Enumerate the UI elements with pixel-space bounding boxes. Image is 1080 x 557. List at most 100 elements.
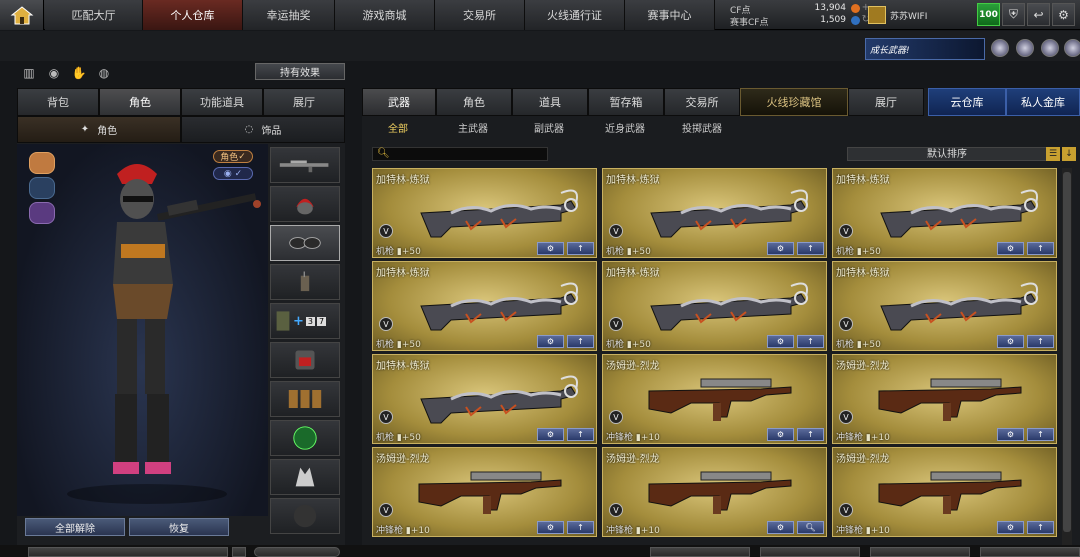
badge-icon-1[interactable] bbox=[991, 39, 1009, 57]
tab-cloud-storage[interactable]: 云仓库 bbox=[928, 88, 1006, 116]
weapon-card[interactable]: 加特林-炼狱 V 机枪 ▮+50 ⚙ ↑ bbox=[602, 261, 827, 351]
tab-game-shop[interactable]: 游戏商城 bbox=[335, 0, 435, 30]
egg-icon[interactable]: ◍ bbox=[95, 64, 113, 82]
customize-button[interactable]: ⚙ bbox=[767, 242, 794, 255]
filter-secondary[interactable]: 副武器 bbox=[534, 120, 564, 138]
tab-personal-storage[interactable]: 个人仓库 bbox=[143, 0, 243, 30]
restore-button[interactable]: 恢复 bbox=[129, 518, 229, 536]
upgrade-button[interactable]: ↑ bbox=[1027, 428, 1054, 441]
tab-collection[interactable]: 火线珍藏馆 bbox=[740, 88, 848, 116]
filter-melee[interactable]: 近身武器 bbox=[605, 120, 645, 138]
customize-button[interactable]: ⚙ bbox=[767, 428, 794, 441]
grid-scrollbar[interactable] bbox=[1062, 168, 1072, 548]
stats-icon[interactable]: ▥ bbox=[20, 64, 38, 82]
weapon-card[interactable]: 加特林-炼狱 V 机枪 ▮+50 ⚙ ↑ bbox=[832, 168, 1057, 258]
upgrade-button[interactable]: ↑ bbox=[567, 521, 594, 534]
user-info[interactable]: 苏苏WIFI bbox=[868, 3, 948, 27]
customize-button[interactable]: ⚙ bbox=[997, 521, 1024, 534]
home-button[interactable] bbox=[0, 0, 44, 30]
tab-items[interactable]: 道具 bbox=[512, 88, 588, 116]
slot-empty[interactable] bbox=[270, 498, 340, 534]
customize-button[interactable]: ⚙ bbox=[767, 521, 794, 534]
tab-event-center[interactable]: 赛事中心 bbox=[625, 0, 715, 30]
growth-weapon-banner[interactable]: 成长武器! bbox=[865, 38, 985, 60]
tab-lucky-draw[interactable]: 幸运抽奖 bbox=[243, 0, 335, 30]
slot-vest[interactable]: +3 7 bbox=[270, 303, 340, 339]
tab-character[interactable]: 角色 bbox=[99, 88, 181, 116]
upgrade-button[interactable]: ↑ bbox=[797, 428, 824, 441]
shield-icon[interactable]: ⛨ bbox=[1002, 3, 1025, 26]
slot-weapon[interactable] bbox=[270, 147, 340, 183]
bottom-field[interactable] bbox=[28, 547, 228, 557]
slot-emblem[interactable] bbox=[270, 420, 340, 456]
customize-button[interactable]: ⚙ bbox=[537, 428, 564, 441]
return-icon[interactable]: ↩ bbox=[1027, 3, 1050, 26]
weapon-card[interactable]: 加特林-炼狱 V 机枪 ▮+50 ⚙ ↑ bbox=[602, 168, 827, 258]
scroll-thumb[interactable] bbox=[1063, 172, 1071, 532]
upgrade-button[interactable]: ↑ bbox=[1027, 335, 1054, 348]
customize-button[interactable]: ⚙ bbox=[997, 335, 1024, 348]
customize-button[interactable]: ⚙ bbox=[537, 335, 564, 348]
tab-showroom[interactable]: 展厅 bbox=[263, 88, 345, 116]
slot-goggles[interactable] bbox=[270, 225, 340, 261]
tab-exchange[interactable]: 交易所 bbox=[435, 0, 525, 30]
slot-ammo-belt[interactable] bbox=[270, 381, 340, 417]
slot-backpack[interactable] bbox=[270, 342, 340, 378]
weapon-card[interactable]: 汤姆逊-烈龙 V 冲锋枪 ▮+10 ⚙ 🔍︎ bbox=[602, 447, 827, 537]
sort-dropdown[interactable]: 默认排序 bbox=[847, 147, 1047, 161]
upgrade-button[interactable]: ↑ bbox=[1027, 521, 1054, 534]
badge-icon-4[interactable] bbox=[1064, 39, 1080, 57]
filter-all[interactable]: 全部 bbox=[388, 120, 408, 138]
upgrade-button[interactable]: ↑ bbox=[1027, 242, 1054, 255]
tab-exchange-r[interactable]: 交易所 bbox=[664, 88, 740, 116]
weapon-card[interactable]: 加特林-炼狱 V 机枪 ▮+50 ⚙ ↑ bbox=[372, 168, 597, 258]
tab-showroom-r[interactable]: 展厅 bbox=[848, 88, 924, 116]
weapon-card[interactable]: 加特林-炼狱 V 机枪 ▮+50 ⚙ ↑ bbox=[372, 261, 597, 351]
customize-button[interactable]: ⚙ bbox=[537, 242, 564, 255]
tab-weapons[interactable]: 武器 bbox=[362, 88, 436, 116]
tab-roles[interactable]: 角色 bbox=[436, 88, 512, 116]
slot-wolf[interactable] bbox=[270, 459, 340, 495]
weapon-card[interactable]: 汤姆逊-烈龙 V 冲锋枪 ▮+10 ⚙ ↑ bbox=[602, 354, 827, 444]
bottom-button-4[interactable] bbox=[980, 547, 1080, 557]
tab-private-vault[interactable]: 私人金库 bbox=[1006, 88, 1080, 116]
sort-order-icon[interactable]: ↓ bbox=[1062, 147, 1076, 161]
list-view-icon[interactable]: ☰ bbox=[1046, 147, 1060, 161]
upgrade-button[interactable]: ↑ bbox=[797, 335, 824, 348]
slot-helmet[interactable] bbox=[270, 186, 340, 222]
tab-function-items[interactable]: 功能道具 bbox=[181, 88, 263, 116]
hand-icon[interactable]: ✋ bbox=[70, 64, 88, 82]
upgrade-button[interactable]: ↑ bbox=[567, 428, 594, 441]
upgrade-button[interactable]: ↑ bbox=[567, 242, 594, 255]
bottom-button-1[interactable] bbox=[650, 547, 750, 557]
tab-battle-pass[interactable]: 火线通行证 bbox=[525, 0, 625, 30]
badge-icon-3[interactable] bbox=[1041, 39, 1059, 57]
search-input[interactable]: 🔍︎ bbox=[372, 147, 548, 161]
bottom-button-2[interactable] bbox=[760, 547, 860, 557]
tab-backpack[interactable]: 背包 bbox=[17, 88, 99, 116]
weapon-card[interactable]: 汤姆逊-烈龙 V 冲锋枪 ▮+10 ⚙ ↑ bbox=[832, 447, 1057, 537]
slot-radio[interactable] bbox=[270, 264, 340, 300]
subtab-accessory[interactable]: ◌ 饰品 bbox=[181, 116, 345, 143]
customize-button[interactable]: ⚙ bbox=[767, 335, 794, 348]
customize-button[interactable]: ⚙ bbox=[997, 242, 1024, 255]
upgrade-button[interactable]: ↑ bbox=[797, 242, 824, 255]
tab-match-lobby[interactable]: 匹配大厅 bbox=[45, 0, 143, 30]
remove-all-button[interactable]: 全部解除 bbox=[25, 518, 125, 536]
weapon-card[interactable]: 汤姆逊-烈龙 V 冲锋枪 ▮+10 ⚙ ↑ bbox=[372, 447, 597, 537]
settings-gear-icon[interactable]: ⚙ bbox=[1052, 3, 1075, 26]
badge-icon-2[interactable] bbox=[1016, 39, 1034, 57]
subtab-character[interactable]: ✦ 角色 bbox=[17, 116, 181, 143]
weapon-card[interactable]: 加特林-炼狱 V 机枪 ▮+50 ⚙ ↑ bbox=[372, 354, 597, 444]
bottom-button-3[interactable] bbox=[870, 547, 970, 557]
bottom-role-button[interactable] bbox=[254, 547, 340, 557]
weapon-card[interactable]: 加特林-炼狱 V 机枪 ▮+50 ⚙ ↑ bbox=[832, 261, 1057, 351]
upgrade-button[interactable]: ↑ bbox=[567, 335, 594, 348]
weapon-card[interactable]: 汤姆逊-烈龙 V 冲锋枪 ▮+10 ⚙ ↑ bbox=[832, 354, 1057, 444]
hold-effect-button[interactable]: 持有效果 bbox=[255, 63, 345, 80]
tab-temp-box[interactable]: 暂存箱 bbox=[588, 88, 664, 116]
customize-button[interactable]: ⚙ bbox=[997, 428, 1024, 441]
filter-throwing[interactable]: 投掷武器 bbox=[682, 120, 722, 138]
customize-button[interactable]: ⚙ bbox=[537, 521, 564, 534]
eye-icon[interactable]: ◉ bbox=[45, 64, 63, 82]
